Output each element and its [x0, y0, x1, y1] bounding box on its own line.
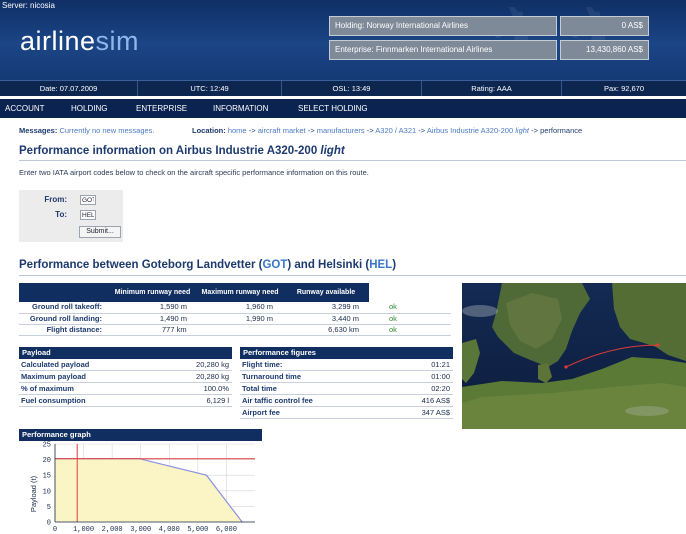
from-airport-link[interactable]: GOT [262, 259, 287, 271]
list-item: Maximum payload 20,280 kg [19, 371, 232, 383]
title-divider [19, 160, 686, 161]
messages-label: Messages: [19, 126, 58, 135]
performance-header: Performance figures [240, 347, 453, 359]
runway-table: Minimum runway need Maximum runway need … [19, 283, 451, 336]
to-airport-link[interactable]: HEL [369, 259, 392, 271]
list-item: Turnaround time 01:00 [240, 371, 453, 383]
breadcrumb: Location: home -> aircraft market -> man… [192, 126, 583, 135]
x-tick-label: 3,000 [130, 526, 151, 534]
y-tick-label: 5 [47, 504, 51, 512]
status-rating: Rating: AAA [422, 81, 562, 96]
crumb-manufacturers[interactable]: manufacturers [317, 126, 365, 135]
airlinesim-logo[interactable]: airlinesim [20, 26, 139, 57]
server-label: Server: nicosia [2, 1, 55, 10]
from-airport-input[interactable] [80, 195, 96, 205]
status-bar: Date: 07.07.2009 UTC: 12:49 OSL: 13:49 R… [0, 80, 686, 96]
main-nav: ACCOUNT HOLDING ENTERPRISE INFORMATION S… [0, 99, 686, 118]
nav-holding[interactable]: HOLDING [71, 99, 107, 118]
from-label: From: [44, 195, 67, 204]
list-item: Flight time: 01:21 [240, 359, 453, 371]
intro-text: Enter two IATA airport codes below to ch… [19, 168, 369, 177]
status-ok: ok [369, 324, 451, 336]
nav-information[interactable]: INFORMATION [213, 99, 268, 118]
header-max-runway: Maximum runway need [197, 283, 283, 302]
status-date: Date: 07.07.2009 [0, 81, 138, 96]
crumb-model[interactable]: Airbus Industrie A320-200 light [427, 126, 529, 135]
x-tick-label: 6,000 [216, 526, 237, 534]
crumb-home[interactable]: home [228, 126, 247, 135]
enterprise-box[interactable]: Enterprise: Finnmarken International Air… [329, 40, 557, 60]
status-utc: UTC: 12:49 [138, 81, 282, 96]
y-tick-label: 15 [43, 473, 51, 481]
to-label: To: [55, 210, 67, 219]
nav-enterprise[interactable]: ENTERPRISE [136, 99, 187, 118]
page-title: Performance information on Airbus Indust… [19, 145, 345, 157]
status-ok: ok [369, 313, 451, 325]
list-item: Fuel consumption 6,129 l [19, 395, 232, 407]
enterprise-balance: 13,430,860 AS$ [560, 40, 649, 60]
crumb-current: performance [540, 126, 583, 135]
x-tick-label: 1,000 [73, 526, 94, 534]
nav-select-holding[interactable]: SELECT HOLDING [298, 99, 368, 118]
x-tick-label: 2,000 [102, 526, 123, 534]
crumb-family[interactable]: A320 / A321 [375, 126, 416, 135]
payload-header: Payload [19, 347, 232, 359]
table-row: Flight distance: 777 km 6,630 km ok [19, 324, 451, 336]
list-item: Total time 02:20 [240, 383, 453, 395]
route-map-image [462, 283, 686, 429]
header-min-runway: Minimum runway need [108, 283, 197, 302]
list-item: % of maximum 100.0% [19, 383, 232, 395]
crumb-aircraft-market[interactable]: aircraft market [258, 126, 306, 135]
status-osl: OSL: 13:49 [282, 81, 422, 96]
list-item: Air taffic control fee 416 AS$ [240, 395, 453, 407]
holding-box[interactable]: Holding: Norway International Airlines [329, 16, 557, 36]
y-tick-label: 20 [43, 457, 51, 465]
table-row: Ground roll landing: 1,490 m 1,990 m 3,4… [19, 313, 451, 325]
y-tick-label: 10 [43, 488, 51, 496]
header-runway-available: Runway available [283, 283, 369, 302]
payload-area [55, 458, 243, 522]
x-tick-label: 4,000 [159, 526, 180, 534]
messages-line: Messages: Currently no new messages. [19, 126, 155, 135]
holding-balance: 0 AS$ [560, 16, 649, 36]
list-item: Calculated payload 20,280 kg [19, 359, 232, 371]
table-row: Ground roll takeoff: 1,590 m 1,960 m 3,2… [19, 302, 451, 314]
nav-account[interactable]: ACCOUNT [5, 99, 45, 118]
status-ok: ok [369, 302, 451, 314]
x-tick-label: 5,000 [187, 526, 208, 534]
chart-y-axis-label: Payload (t) [29, 475, 38, 512]
route-divider [19, 275, 686, 276]
submit-button[interactable]: Submit... [79, 226, 121, 238]
location-label: Location: [192, 126, 226, 135]
messages-link[interactable]: Currently no new messages. [59, 126, 154, 135]
list-item: Airport fee 347 AS$ [240, 407, 453, 419]
x-tick-label: 0 [53, 526, 57, 534]
route-map[interactable] [462, 283, 686, 429]
y-tick-label: 0 [47, 520, 51, 528]
chart-series [55, 444, 255, 523]
route-title: Performance between Goteborg Landvetter … [19, 259, 397, 271]
y-tick-label: 25 [43, 442, 51, 450]
site-header: ✈ ✈ Server: nicosia airlinesim Holding: … [0, 0, 686, 80]
performance-graph: 0 5 10 15 20 25 0 1,000 2,000 3,000 4,000 5,000 6,00… [29, 442, 255, 534]
status-pax: Pax: 92,670 [603, 84, 645, 93]
to-airport-input[interactable] [80, 210, 96, 220]
